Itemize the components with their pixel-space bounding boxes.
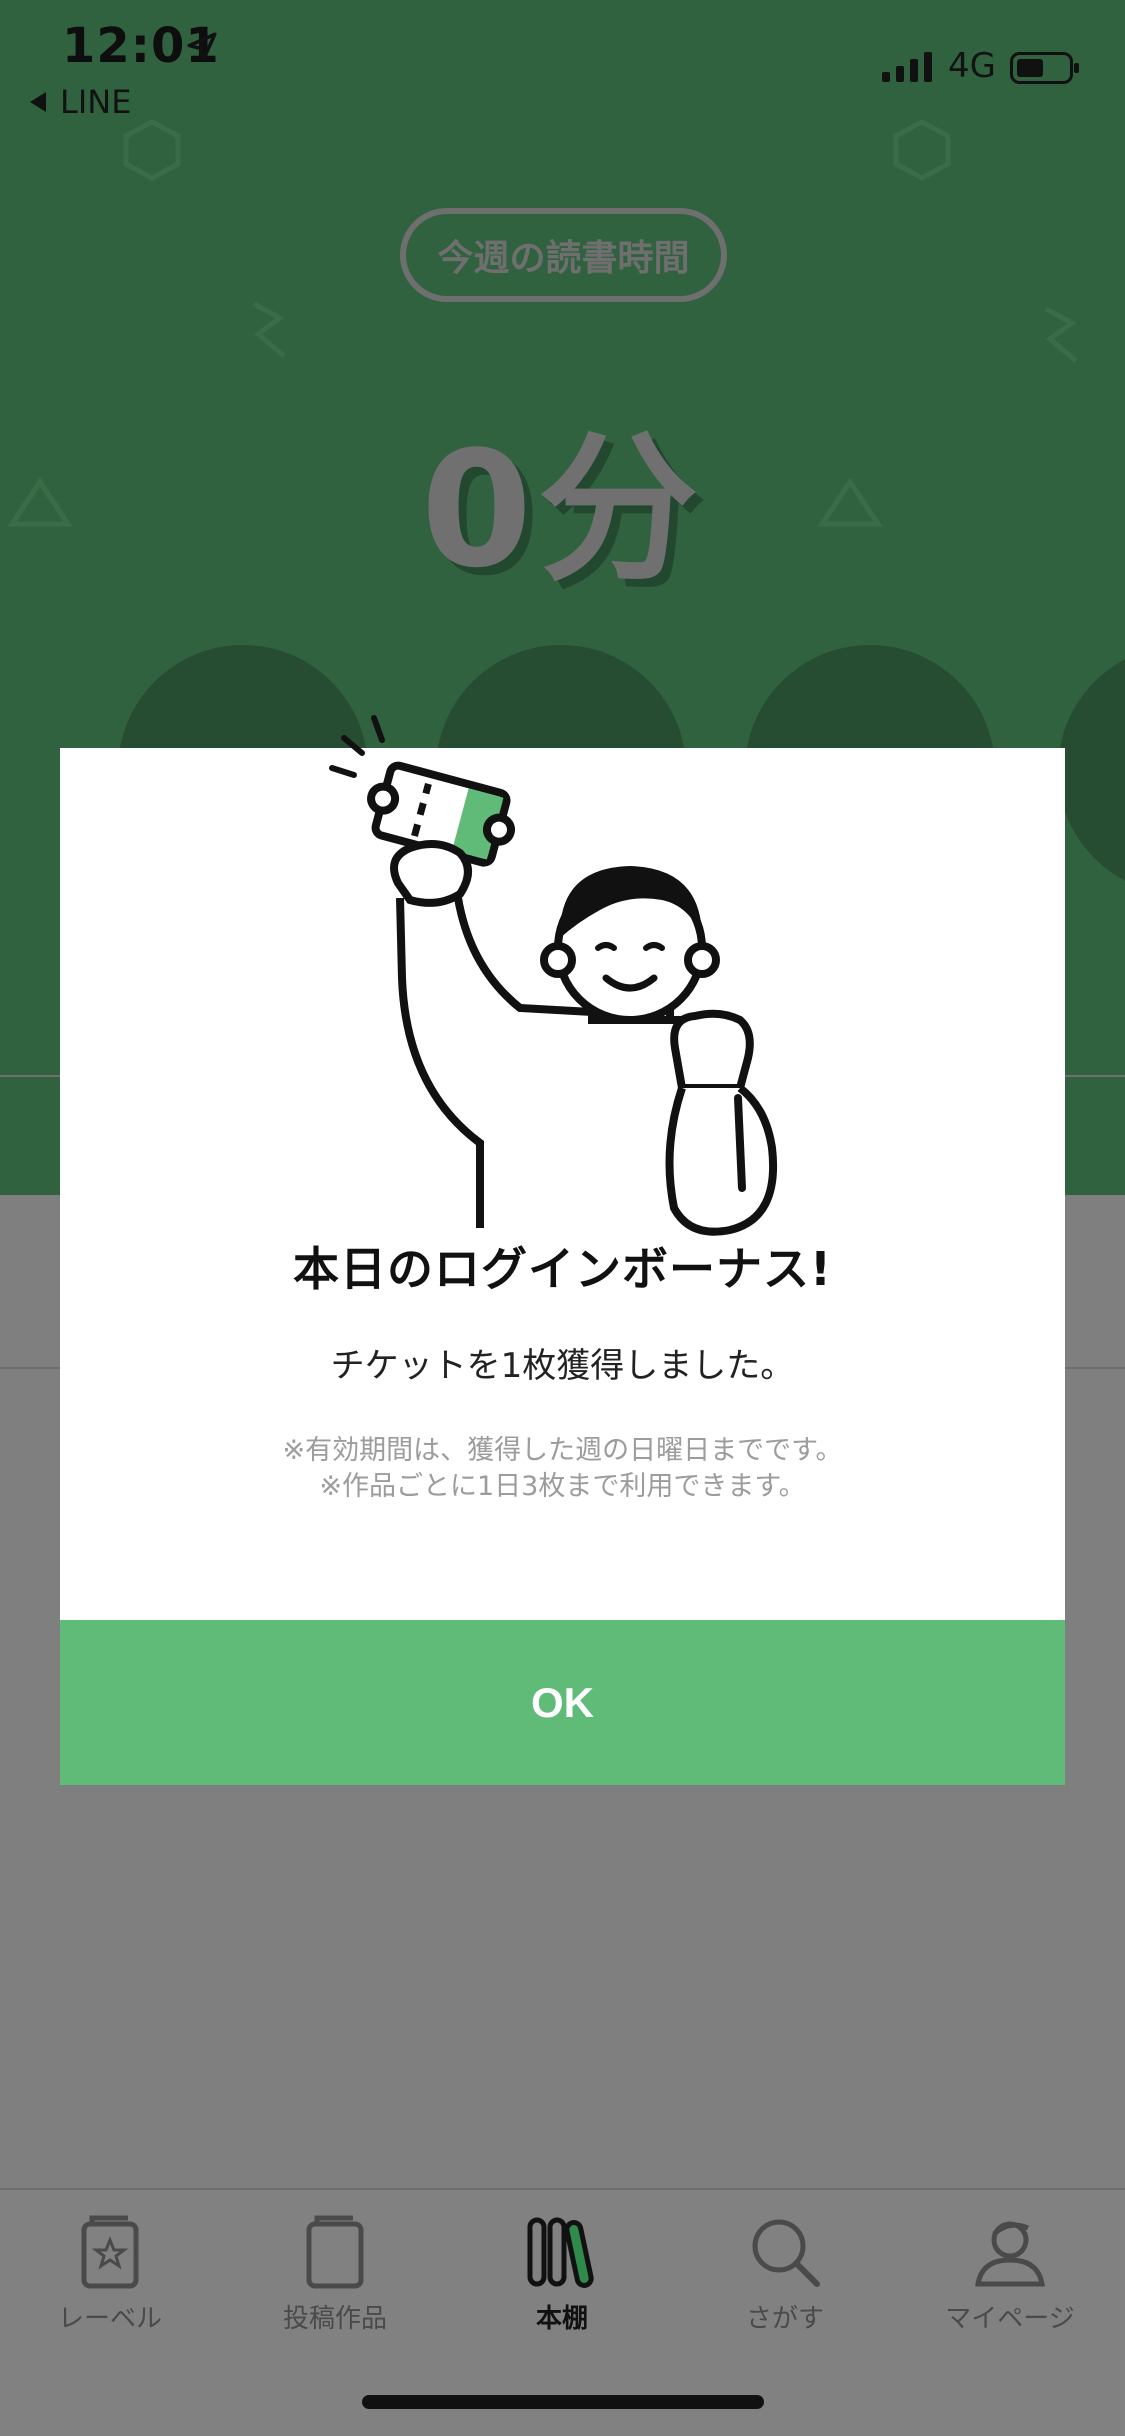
dialog-note: ※作品ごとに1日3枚まで利用できます。 [319, 1471, 806, 1502]
tab-label-text: 本棚 [535, 2304, 588, 2334]
person-icon [975, 2221, 1045, 2287]
person-holding-ticket-illustration-icon [329, 715, 777, 1236]
network-type: 4G [948, 46, 996, 86]
dialog-message: チケットを1枚獲得しました。 [330, 1346, 795, 1386]
day-circle [1058, 645, 1125, 895]
battery-icon [1010, 52, 1079, 84]
tab-posted-works[interactable]: 投稿作品 [245, 2214, 425, 2344]
back-app-label: LINE [60, 83, 132, 121]
tab-label-text: さがす [745, 2304, 824, 2334]
ok-button[interactable]: OK [60, 1620, 1065, 1785]
book-icon [306, 2215, 364, 2289]
dialog-title: 本日のログインボーナス! [293, 1242, 832, 1296]
login-bonus-dialog: 本日のログインボーナス! チケットを1枚獲得しました。 ※有効期間は、獲得した週… [60, 715, 1065, 1785]
label-book-star-icon [81, 2215, 139, 2289]
back-triangle-icon [30, 92, 46, 112]
hexagon-decoration-icon [893, 119, 951, 181]
tab-search[interactable]: さがす [695, 2214, 875, 2344]
reading-minutes: 0分 [420, 416, 705, 603]
dialog-note: ※有効期間は、獲得した週の日曜日までです。 [282, 1435, 843, 1466]
search-icon [752, 2219, 820, 2287]
bookshelf-icon [527, 2217, 594, 2288]
hexagon-decoration-icon [123, 119, 181, 181]
tab-label-text: レーベル [57, 2304, 162, 2334]
tab-label-text: 投稿作品 [282, 2304, 387, 2334]
weekly-reading-time-pill: 今週の読書時間 [400, 208, 727, 302]
signal-icon [882, 52, 932, 82]
back-to-app-link[interactable]: LINE [28, 83, 131, 121]
status-bar: 12:01 LINE 4G [0, 0, 1125, 130]
tab-my-page[interactable]: マイページ [920, 2214, 1100, 2344]
home-indicator[interactable] [362, 2395, 764, 2409]
tab-label[interactable]: レーベル [20, 2214, 200, 2344]
location-arrow-icon [187, 32, 217, 62]
tab-label-text: マイページ [945, 2304, 1075, 2334]
zigzag-decoration-icon [252, 301, 286, 358]
zigzag-decoration-icon [1044, 306, 1078, 363]
tab-bookshelf[interactable]: 本棚 [472, 2214, 652, 2344]
